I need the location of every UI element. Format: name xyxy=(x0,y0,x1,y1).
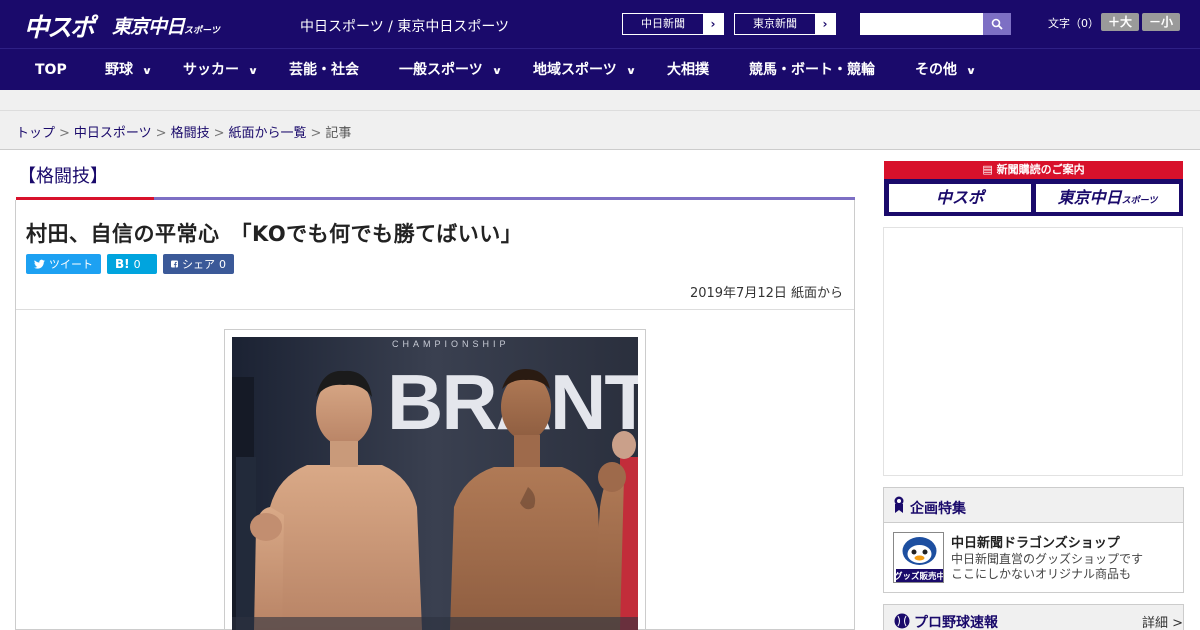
breadcrumb-separator: > xyxy=(59,126,70,141)
subscribe-tokyo-chunichi-button[interactable]: 東京中日スポーツ xyxy=(1036,184,1179,212)
breadcrumb-fighting[interactable]: 格闘技 xyxy=(171,126,210,141)
tokyo-shinbun-button[interactable]: 東京新聞 › xyxy=(734,13,836,35)
nav-item-other[interactable]: その他 ∨ xyxy=(915,49,977,91)
breadcrumb-separator: > xyxy=(213,126,225,141)
baseball-scores-title: プロ野球速報 xyxy=(914,615,998,630)
nav-label: 大相撲 xyxy=(667,62,709,78)
nav-label: サッカー xyxy=(183,62,239,78)
shop-desc-line: ここにしかないオリジナル商品も xyxy=(951,567,1132,581)
article-headline: 村田、自信の平常心 「KOでも何でも勝てばいい」 xyxy=(26,222,523,246)
nav-label: TOP xyxy=(35,62,67,78)
font-larger-button[interactable]: ＋大 xyxy=(1101,13,1139,31)
breadcrumb-top[interactable]: トップ xyxy=(16,126,55,141)
dragons-shop-description: 中日新聞直営のグッズショップです ここにしかないオリジナル商品も xyxy=(951,552,1143,582)
nav-item-sumo[interactable]: 大相撲 xyxy=(667,49,709,91)
tokyo-logo-sub: スポーツ xyxy=(184,26,220,36)
chevron-down-icon: ∨ xyxy=(965,66,977,77)
tweet-label: ツイート xyxy=(49,258,93,271)
banner-small-text: CHAMPIONSHIP xyxy=(392,339,510,349)
shop-thumb-text: グッズ販売中 xyxy=(894,571,944,582)
nav-label: 芸能・社会 xyxy=(289,62,359,78)
site-links[interactable]: 中日スポーツ / 東京中日スポーツ xyxy=(300,16,509,36)
chunichi-shinbun-label: 中日新聞 xyxy=(641,17,685,30)
chevron-down-icon: ∨ xyxy=(491,66,503,77)
nav-item-soccer[interactable]: サッカー ∨ xyxy=(183,49,259,91)
ribbon-icon xyxy=(894,496,904,513)
nav-item-general-sports[interactable]: 一般スポーツ ∨ xyxy=(399,49,503,91)
subscribe-chunispo-button[interactable]: 中スポ xyxy=(889,184,1031,212)
subscription-title-text: 新聞購読のご案内 xyxy=(996,163,1085,176)
nav-item-racing[interactable]: 競馬・ボート・競輪 xyxy=(749,49,875,91)
baseball-details-link[interactable]: 詳細 > xyxy=(1142,612,1183,630)
chunichi-sports-logo[interactable]: 中スポ xyxy=(24,8,95,44)
tokyo-chunichi-logo[interactable]: 東京中日スポーツ xyxy=(112,12,220,39)
top-header: 中スポ 東京中日スポーツ 中日スポーツ / 東京中日スポーツ 中日新聞 › 東京… xyxy=(0,0,1200,48)
subscribe-tokyo-sub: スポーツ xyxy=(1121,196,1158,206)
twitter-bird-icon xyxy=(34,259,45,269)
nav-item-entertainment[interactable]: 芸能・社会 xyxy=(289,49,359,91)
chevron-right-icon: › xyxy=(703,14,723,34)
hatena-icon: B! xyxy=(115,257,130,271)
boxers-weigh-in-photo: CHAMPIONSHIP BRANT xyxy=(232,337,638,630)
category-heading: 【格闘技】 xyxy=(18,166,108,187)
nav-label: 一般スポーツ xyxy=(399,62,483,78)
search-button[interactable] xyxy=(983,13,1011,35)
nav-label: 地域スポーツ xyxy=(533,62,617,78)
subscription-title: ▤ 新聞購読のご案内 xyxy=(884,161,1183,179)
font-smaller-button[interactable]: －小 xyxy=(1142,13,1180,31)
shop-desc-line: 中日新聞直営のグッズショップです xyxy=(951,552,1144,566)
newspaper-icon: ▤ xyxy=(982,163,997,176)
chevron-down-icon: ∨ xyxy=(625,66,637,77)
tweet-button[interactable]: ツイート xyxy=(26,254,101,274)
tokyo-logo-text: 東京中日 xyxy=(112,16,185,38)
search-icon xyxy=(991,18,1003,30)
baseball-icon xyxy=(894,613,910,629)
subscribe-tokyo-label: 東京中日 xyxy=(1057,188,1122,207)
search-input[interactable] xyxy=(860,13,983,35)
divider xyxy=(16,309,854,310)
nav-label: その他 xyxy=(915,62,957,78)
dragons-shop-thumbnail[interactable]: グッズ販売中 xyxy=(893,532,944,583)
breadcrumb-current: 記事 xyxy=(325,126,352,141)
nav-label: 野球 xyxy=(105,62,133,78)
nav-item-top[interactable]: TOP xyxy=(35,49,67,91)
nav-item-baseball[interactable]: 野球 ∨ xyxy=(105,49,153,91)
main-nav: TOP 野球 ∨ サッカー ∨ 芸能・社会 一般スポーツ ∨ 地域スポーツ ∨ 大相撲 … xyxy=(0,48,1200,90)
hatena-bookmark-button[interactable]: B! 0 xyxy=(107,254,157,274)
chevron-down-icon: ∨ xyxy=(141,66,153,77)
breadcrumb-chunichi-sports[interactable]: 中日スポーツ xyxy=(74,126,152,141)
chevron-right-icon: › xyxy=(815,14,835,34)
facebook-share-label: シェア xyxy=(182,258,215,271)
article-date: 2019年7月12日 紙面から xyxy=(689,286,843,301)
sidebar-ad[interactable] xyxy=(883,227,1183,476)
article-photo[interactable]: CHAMPIONSHIP BRANT xyxy=(232,337,638,630)
dragons-shop-title[interactable]: 中日新聞ドラゴンズショップ xyxy=(951,532,1120,551)
ad-band xyxy=(0,90,1200,111)
tokyo-shinbun-label: 東京新聞 xyxy=(753,17,797,30)
facebook-share-count: 0 xyxy=(219,257,226,271)
dragons-mascot-icon: グッズ販売中 xyxy=(894,533,944,582)
font-size-label: 文字（0） xyxy=(1048,17,1099,30)
breadcrumb-paper-list[interactable]: 紙面から一覧 xyxy=(229,126,307,141)
breadcrumb-separator: > xyxy=(155,126,167,141)
facebook-icon xyxy=(171,260,178,268)
hatena-count: 0 xyxy=(133,257,141,271)
breadcrumb: トップ > 中日スポーツ > 格闘技 > 紙面から一覧 > 記事 xyxy=(16,122,351,141)
chunichi-shinbun-button[interactable]: 中日新聞 › xyxy=(622,13,724,35)
chevron-down-icon: ∨ xyxy=(247,66,259,77)
feature-title: 企画特集 xyxy=(910,501,966,517)
facebook-share-button[interactable]: シェア 0 xyxy=(163,254,234,274)
breadcrumb-separator: > xyxy=(310,126,322,141)
nav-label: 競馬・ボート・競輪 xyxy=(749,62,875,78)
nav-item-local-sports[interactable]: 地域スポーツ ∨ xyxy=(533,49,637,91)
